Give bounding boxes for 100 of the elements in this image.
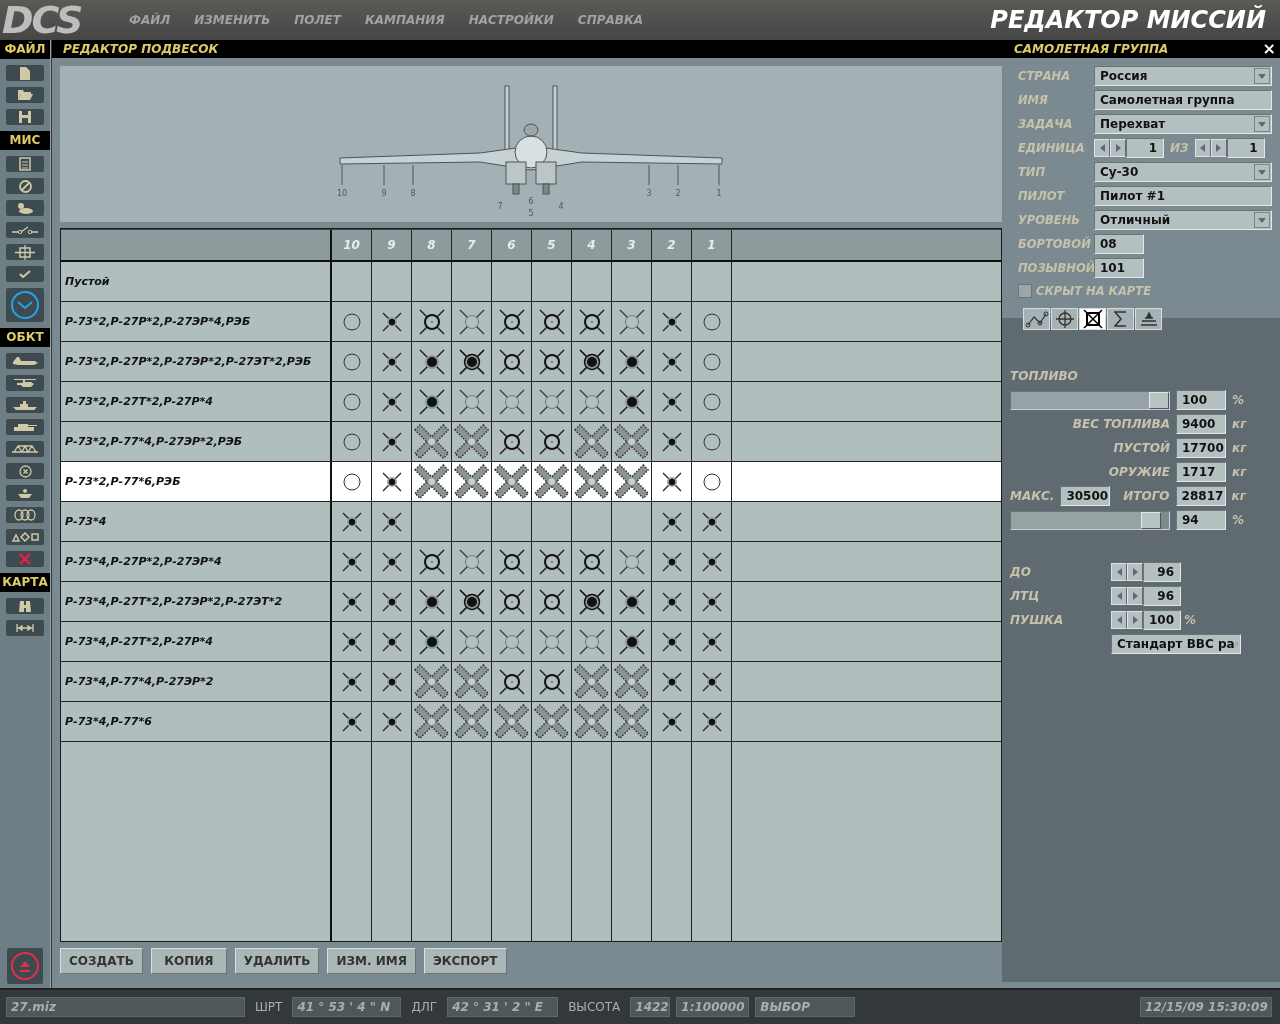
loadout-row[interactable]: Р-73*4,Р-27Т*2,Р-27ЭР*2,Р-27ЭТ*2 <box>61 582 1001 622</box>
decrement-button[interactable] <box>1194 139 1211 157</box>
text-field[interactable]: Самолетная группа <box>1094 90 1272 110</box>
toolbar-button[interactable] <box>6 178 44 194</box>
number-field[interactable]: 100 <box>1143 610 1181 630</box>
toolbar-button[interactable] <box>6 65 44 81</box>
switch-icon <box>11 225 39 235</box>
dropdown[interactable]: Отличный <box>1094 210 1272 230</box>
shapes-icon <box>11 532 39 542</box>
loadout-row[interactable]: Р-73*4,Р-27Т*2,Р-27Р*4 <box>61 622 1001 662</box>
missile-icon <box>458 588 485 615</box>
missile-icon <box>498 548 525 575</box>
rings-icon <box>14 509 36 521</box>
number-field[interactable]: 17700 <box>1176 438 1226 458</box>
section-label: ТОПЛИВО <box>1010 369 1078 383</box>
number-field[interactable]: 30500 <box>1060 486 1111 506</box>
toolbar-button[interactable] <box>6 266 44 282</box>
missile-icon <box>701 591 722 612</box>
toolbar-button[interactable] <box>6 529 44 545</box>
toolbar-button[interactable] <box>6 419 44 435</box>
toolbar-button[interactable] <box>6 463 44 479</box>
unit-label: % <box>1232 393 1245 407</box>
tab[interactable] <box>1023 308 1050 330</box>
toolbar-button[interactable] <box>6 156 44 172</box>
increment-button[interactable] <box>1127 611 1143 629</box>
toolbar-button[interactable] <box>6 87 44 103</box>
missile-icon <box>661 591 682 612</box>
toolbar-button[interactable] <box>6 200 44 216</box>
loadout-row[interactable]: Р-73*4 <box>61 502 1001 542</box>
action-button[interactable]: ЭКСПОРТ <box>423 948 507 974</box>
toolbar-button[interactable] <box>6 353 44 369</box>
loadout-row[interactable]: Р-73*2,Р-27Т*2,Р-27Р*4 <box>61 382 1001 422</box>
decrement-button[interactable] <box>1111 611 1127 629</box>
toolbar-button[interactable] <box>6 375 44 391</box>
slider-thumb[interactable] <box>1149 391 1169 409</box>
number-field[interactable]: 1717 <box>1176 462 1226 482</box>
number-field[interactable]: 96 <box>1143 562 1181 582</box>
decrement-button[interactable] <box>1111 563 1127 581</box>
dropdown[interactable]: Стандарт ВВС ра <box>1111 634 1241 654</box>
toolbar-button[interactable] <box>6 109 44 125</box>
number-field[interactable]: 1 <box>1226 138 1265 158</box>
tab[interactable] <box>1079 308 1106 330</box>
action-button[interactable]: СОЗДАТЬ <box>60 948 143 974</box>
increment-button[interactable] <box>1110 139 1126 157</box>
loadout-row[interactable]: Пустой <box>61 262 1001 302</box>
crosshair-icon <box>14 243 36 261</box>
toolbar-button[interactable] <box>6 441 44 457</box>
number-field[interactable]: 94 <box>1176 510 1226 530</box>
action-button[interactable]: ИЗМ. ИМЯ <box>327 948 416 974</box>
slider[interactable] <box>1010 510 1170 530</box>
close-button[interactable]: × <box>1262 41 1276 57</box>
unit-label: кг <box>1231 489 1246 503</box>
loadout-row[interactable]: Р-73*2,Р-27Р*2,Р-27ЭР*4,РЭБ <box>61 302 1001 342</box>
action-button[interactable]: КОПИЯ <box>150 948 227 974</box>
tab[interactable] <box>1135 308 1162 330</box>
dropdown[interactable]: Россия <box>1094 66 1272 86</box>
dropdown[interactable]: Перехват <box>1094 114 1272 134</box>
toolbar-button[interactable] <box>6 288 44 322</box>
increment-button[interactable] <box>1127 587 1143 605</box>
status-label: ДЛГ <box>410 1000 439 1014</box>
number-field[interactable]: 1 <box>1126 138 1164 158</box>
number-field[interactable]: 96 <box>1143 586 1181 606</box>
dropdown[interactable]: Су-30 <box>1094 162 1272 182</box>
toolbar-button[interactable] <box>6 244 44 260</box>
toolbar-button[interactable] <box>6 397 44 413</box>
toolbar-button[interactable] <box>6 598 44 614</box>
number-field[interactable]: 100 <box>1176 390 1226 410</box>
loadout-row[interactable]: Р-73*4,Р-77*4,Р-27ЭР*2 <box>61 662 1001 702</box>
toolbar-button[interactable] <box>6 485 44 501</box>
empty-pylon-icon <box>702 472 721 491</box>
missile-icon <box>341 711 362 732</box>
number-field[interactable]: 9400 <box>1176 414 1226 434</box>
loadout-row[interactable]: Р-73*4,Р-77*6 <box>61 702 1001 742</box>
loadout-row[interactable]: Р-73*2,Р-77*4,Р-27ЭР*2,РЭБ <box>61 422 1001 462</box>
text-field[interactable]: 08 <box>1094 234 1144 254</box>
missile-icon <box>458 348 485 375</box>
checkbox[interactable] <box>1018 284 1032 298</box>
number-field[interactable]: 28817 <box>1175 486 1226 506</box>
slider-thumb[interactable] <box>1140 511 1161 529</box>
text-field[interactable]: 101 <box>1094 258 1144 278</box>
missile-icon <box>418 548 445 575</box>
text-field[interactable]: Пилот #1 <box>1094 186 1272 206</box>
loadout-row[interactable]: Р-73*4,Р-27Р*2,Р-27ЭР*4 <box>61 542 1001 582</box>
toolbar-button[interactable] <box>6 507 44 523</box>
tab[interactable] <box>1051 308 1078 330</box>
slider[interactable] <box>1010 390 1170 410</box>
toolbar-button[interactable] <box>6 222 44 238</box>
action-button[interactable]: УДАЛИТЬ <box>234 948 320 974</box>
loadout-row[interactable]: Р-73*2,Р-27Р*2,Р-27ЭР*2,Р-27ЭТ*2,РЭБ <box>61 342 1001 382</box>
decrement-button[interactable] <box>1111 587 1127 605</box>
tab[interactable] <box>1107 308 1134 330</box>
missile-icon <box>458 628 485 655</box>
document-icon <box>19 65 31 81</box>
toolbar-button[interactable] <box>6 620 44 636</box>
cloud-sun-icon <box>16 201 34 215</box>
rocket-pod-icon <box>413 463 450 500</box>
increment-button[interactable] <box>1127 563 1143 581</box>
decrement-button[interactable] <box>1094 139 1110 157</box>
loadout-row[interactable]: Р-73*2,Р-77*6,РЭБ <box>61 462 1001 502</box>
missile-icon <box>618 588 645 615</box>
